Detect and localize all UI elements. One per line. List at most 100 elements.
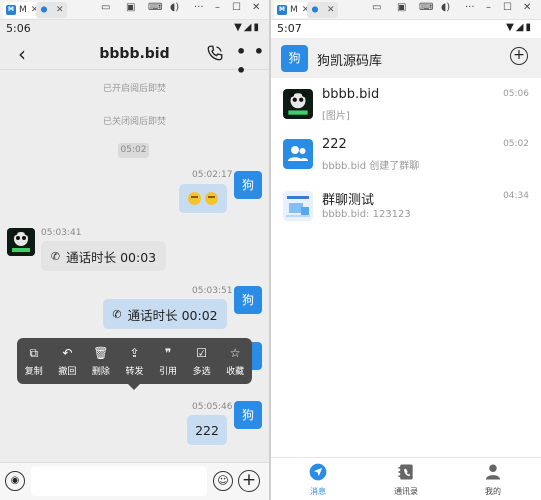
context-menu-pointer <box>128 384 140 390</box>
avatar[interactable]: 狗 <box>234 171 262 199</box>
app-logo: M <box>6 5 16 15</box>
more-options-icon[interactable]: • • • <box>236 42 269 80</box>
checklist-icon: ☑ <box>196 345 207 360</box>
signal-icon: ▼◢▮ <box>234 22 261 33</box>
window-close-icon[interactable]: ✕ <box>252 2 260 13</box>
thinking-emoji-icon <box>188 192 201 205</box>
menu-favorite[interactable]: ☆ 收藏 <box>220 346 250 377</box>
app-logo: ⬤ <box>39 5 49 15</box>
system-note: 已关闭阅后即焚 <box>102 117 166 127</box>
nav-contacts[interactable]: 通讯录 <box>376 462 436 497</box>
window-tab[interactable]: ⬤ ✕ <box>36 2 67 18</box>
message-bubble[interactable]: ✆ 通话时长 00:02 <box>103 299 227 329</box>
menu-quote[interactable]: ❞ 引用 <box>153 346 183 377</box>
phone-icon: ✆ <box>112 307 122 321</box>
screenshot-icon[interactable]: ▣ <box>397 2 406 13</box>
message-bubble[interactable] <box>179 184 227 213</box>
minimize-icon[interactable]: ▭ <box>372 2 381 13</box>
conversation-item[interactable]: bbbb.bid [图片] 05:06 <box>271 83 541 135</box>
message-time: 05:03:51 <box>192 286 233 296</box>
avatar[interactable]: 狗 <box>281 45 308 72</box>
list-header: 狗 狗凯源码库 + <box>271 38 541 78</box>
menu-copy[interactable]: ⧉ 复制 <box>19 346 49 377</box>
share-icon: ⇪ <box>129 345 140 360</box>
app-logo: ⬤ <box>310 5 320 15</box>
quote-icon: ❞ <box>164 345 172 360</box>
conversation-item[interactable]: 222 bbbb.bid 创建了群聊 05:02 <box>271 133 541 185</box>
contacts-icon <box>398 464 413 480</box>
avatar[interactable]: 狗 <box>234 286 262 314</box>
conversation-item[interactable]: 群聊测试 bbbb.bid: 123123 04:34 <box>271 185 541 237</box>
conversation-preview: [图片] <box>322 111 350 122</box>
app-logo: M <box>277 5 287 15</box>
emoji-icon[interactable]: ☺ <box>213 471 233 491</box>
signal-icon: ▼◢▮ <box>506 22 533 33</box>
more-icon[interactable]: ··· <box>465 2 475 13</box>
avatar <box>283 89 313 119</box>
more-icon[interactable]: ··· <box>194 2 204 13</box>
message-time: 05:02:17 <box>192 170 233 180</box>
window-tab-label: M <box>19 5 27 15</box>
window-title-bar: M M ✕ ⬤ ✕ ▭ ▣ ⌨ ◖) ··· – ☐ ✕ <box>271 0 541 20</box>
voice-icon[interactable]: ◉ <box>5 471 25 491</box>
window-maximize-icon[interactable]: ☐ <box>503 2 512 13</box>
trash-icon: 🗑 <box>93 345 109 360</box>
group-icon <box>288 146 308 161</box>
keyboard-icon[interactable]: ⌨ <box>148 2 162 13</box>
menu-label: 引用 <box>159 366 178 377</box>
nav-messages[interactable]: 消息 <box>288 462 348 497</box>
window-tab-label: M <box>290 5 298 15</box>
conversation-time: 04:34 <box>503 191 529 201</box>
message-input[interactable] <box>31 466 207 496</box>
conversation-preview: bbbb.bid: 123123 <box>322 209 411 220</box>
add-icon[interactable]: + <box>510 47 528 65</box>
window-tab[interactable]: ⬤ ✕ <box>307 2 338 18</box>
menu-label: 转发 <box>125 366 144 377</box>
nav-label: 我的 <box>485 487 501 496</box>
menu-label: 复制 <box>24 366 43 377</box>
plus-icon[interactable]: + <box>238 470 260 492</box>
volume-icon[interactable]: ◖) <box>441 2 450 13</box>
window-title-bar: M M ✕ ⬤ ✕ ▭ ▣ ⌨ ◖) ··· – ☐ ✕ <box>0 0 269 20</box>
phone-icon: ✆ <box>50 249 61 263</box>
window-maximize-icon[interactable]: ☐ <box>232 2 241 13</box>
source-logo-icon <box>7 228 35 256</box>
menu-recall[interactable]: ↶ 撤回 <box>52 346 82 377</box>
conversation-name: bbbb.bid <box>322 87 380 102</box>
menu-delete[interactable]: 🗑 删除 <box>86 346 116 377</box>
close-icon[interactable]: ✕ <box>327 5 335 15</box>
nav-label: 通讯录 <box>394 487 418 496</box>
conversation-time: 05:02 <box>503 139 529 149</box>
conversation-time: 05:06 <box>503 89 529 99</box>
screenshot-icon[interactable]: ▣ <box>126 2 135 13</box>
menu-multiselect[interactable]: ☑ 多选 <box>187 346 217 377</box>
close-icon[interactable]: ✕ <box>56 5 64 15</box>
user-icon <box>485 464 501 480</box>
page-title: 狗凯源码库 <box>317 54 383 69</box>
call-duration: 通话时长 00:03 <box>66 249 157 265</box>
avatar[interactable]: 狗 <box>234 401 262 429</box>
window-minimize-icon[interactable]: – <box>215 2 220 13</box>
nav-me[interactable]: 我的 <box>463 462 523 497</box>
minimize-icon[interactable]: ▭ <box>101 2 110 13</box>
bottom-navigation: 消息 通讯录 我的 <box>271 457 541 500</box>
menu-label: 撤回 <box>58 366 77 377</box>
group-avatar <box>283 139 313 169</box>
call-duration: 通话时长 00:02 <box>127 307 218 323</box>
conversation-name: 群聊测试 <box>322 193 375 208</box>
conversation-list-window: M M ✕ ⬤ ✕ ▭ ▣ ⌨ ◖) ··· – ☐ ✕ 5:07 ▼◢▮ 狗 … <box>271 0 541 500</box>
message-icon <box>309 463 327 481</box>
message-bubble[interactable]: ✆ 通话时长 00:03 <box>41 241 166 271</box>
keyboard-icon[interactable]: ⌨ <box>419 2 433 13</box>
menu-label: 多选 <box>192 366 211 377</box>
window-minimize-icon[interactable]: – <box>486 2 491 13</box>
menu-forward[interactable]: ⇪ 转发 <box>119 346 149 377</box>
message-time: 05:05:46 <box>192 402 233 412</box>
window-close-icon[interactable]: ✕ <box>523 2 531 13</box>
volume-icon[interactable]: ◖) <box>170 2 179 13</box>
phone-icon[interactable] <box>206 44 224 62</box>
chat-header: ‹ bbbb.bid • • • <box>0 38 269 80</box>
message-bubble[interactable]: 222 <box>187 415 227 445</box>
time-divider: 05:02 <box>118 143 149 158</box>
avatar[interactable] <box>7 228 35 256</box>
